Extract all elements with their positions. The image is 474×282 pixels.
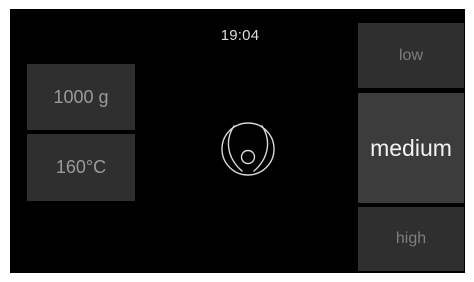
clock: 19:04: [220, 27, 260, 44]
level-high-button[interactable]: high: [358, 207, 464, 271]
weight-label: 1000 g: [53, 86, 109, 107]
robot-vacuum-logo-icon: [212, 113, 284, 185]
temperature-label: 160°C: [55, 157, 107, 177]
level-medium-label: medium: [370, 134, 452, 161]
level-high-label: high: [395, 230, 427, 247]
level-low-button[interactable]: low: [358, 23, 464, 88]
level-low-label: low: [398, 46, 423, 64]
appliance-display: 19:04 1000 g 160°C low medium high: [10, 9, 465, 273]
temperature-button[interactable]: 160°C: [27, 134, 135, 201]
weight-button[interactable]: 1000 g: [27, 64, 135, 130]
level-medium-button[interactable]: medium: [358, 93, 464, 203]
